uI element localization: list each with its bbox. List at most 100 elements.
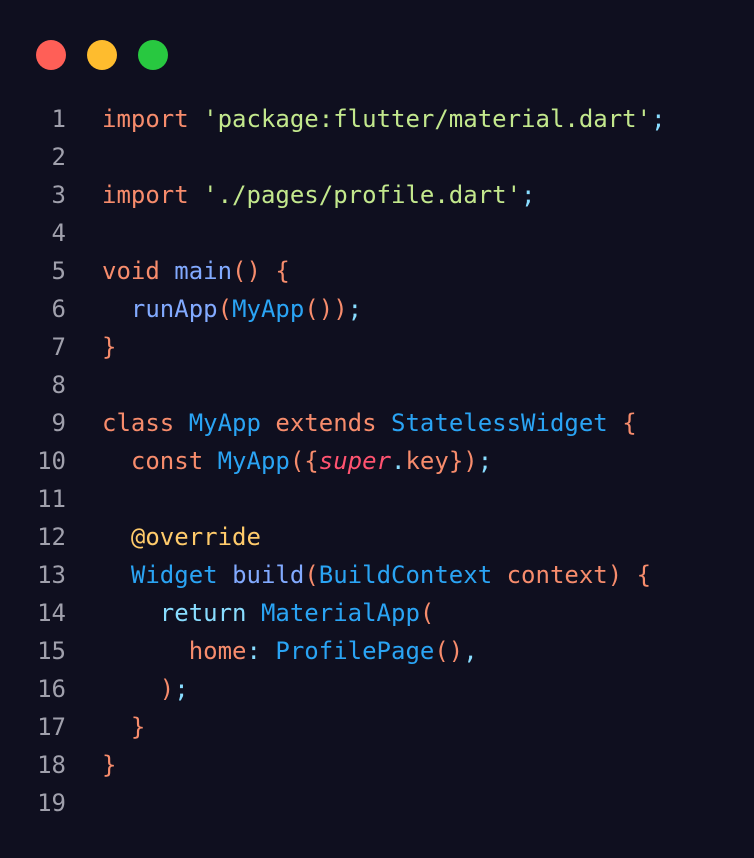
code-token: class [102,409,175,437]
line-source: import './pages/profile.dart'; [66,176,536,214]
code-token: ; [174,675,189,703]
close-icon[interactable] [36,40,66,70]
code-token: MyApp [232,295,305,323]
maximize-icon[interactable] [138,40,168,70]
line-number: 5 [51,257,66,285]
code-token: { [636,561,652,589]
line-source: runApp(MyApp()); [66,290,362,328]
code-token: main [174,257,233,285]
code-token: ) [159,675,175,703]
line-source: return MaterialApp( [66,594,435,632]
code-line: 8 [0,366,754,404]
line-number: 18 [37,751,66,779]
code-token: () [232,257,261,285]
minimize-icon[interactable] [87,40,117,70]
code-token: void [102,257,160,285]
code-line: 1 import 'package:flutter/material.dart'; [0,100,754,138]
line-number: 9 [51,409,66,437]
code-token: Widget [130,561,218,589]
code-token: MaterialApp [260,599,420,627]
line-number: 6 [51,295,66,323]
code-token: ()) [304,295,348,323]
code-line: 15 home: ProfilePage(), [0,632,754,670]
line-number: 4 [51,219,66,247]
code-token: ; [347,295,363,323]
code-token: : [246,637,261,665]
line-source: const MyApp({super.key}); [66,442,492,480]
code-line: 3 import './pages/profile.dart'; [0,176,754,214]
line-number: 1 [51,105,66,133]
code-token: ProfilePage [275,637,435,665]
line-source: } [66,708,145,746]
window-controls [36,40,168,70]
line-number: 16 [37,675,66,703]
line-source [66,214,102,252]
code-block: 1 import 'package:flutter/material.dart';… [0,100,754,822]
line-source: ); [66,670,189,708]
code-token: ( [304,561,319,589]
code-token: } [130,713,146,741]
code-token: './pages/profile.dart' [203,181,522,209]
code-line: 19 [0,784,754,822]
code-line: 7} [0,328,754,366]
code-token: extends [275,409,377,437]
code-token: } [102,333,117,361]
line-number: 10 [37,447,66,475]
code-token: { [275,257,290,285]
code-token: 'package:flutter/material.dart' [203,105,652,133]
code-token: }) [448,447,478,475]
code-line: 18} [0,746,754,784]
line-number: 14 [37,599,66,627]
code-line: 11 [0,480,754,518]
line-source: void main() { [66,252,290,290]
code-token: context [506,561,608,589]
code-token: . [391,447,406,475]
code-line: 10 const MyApp({super.key}); [0,442,754,480]
code-line: 5 void main() { [0,252,754,290]
code-token: ({ [289,447,319,475]
code-token: key [405,447,449,475]
line-source [66,138,102,176]
line-source: Widget build(BuildContext context) { [66,556,651,594]
code-token: ; [651,105,666,133]
code-line: 14 return MaterialApp( [0,594,754,632]
line-source: @override [66,518,261,556]
code-token: , [463,637,478,665]
code-token: import [102,181,189,209]
line-source: home: ProfilePage(), [66,632,478,670]
line-source [66,784,102,822]
line-source [66,366,102,404]
line-number: 2 [51,143,66,171]
code-token: @override [130,523,261,551]
code-token: ) [607,561,623,589]
line-source: } [66,328,116,366]
line-source: class MyApp extends StatelessWidget { [66,404,637,442]
line-number: 13 [37,561,66,589]
code-token: runApp [130,295,218,323]
code-token: ( [419,599,435,627]
line-number: 17 [37,713,66,741]
code-line: 17 } [0,708,754,746]
code-line: 12 @override [0,518,754,556]
code-token: build [232,561,305,589]
line-source: import 'package:flutter/material.dart'; [66,100,666,138]
